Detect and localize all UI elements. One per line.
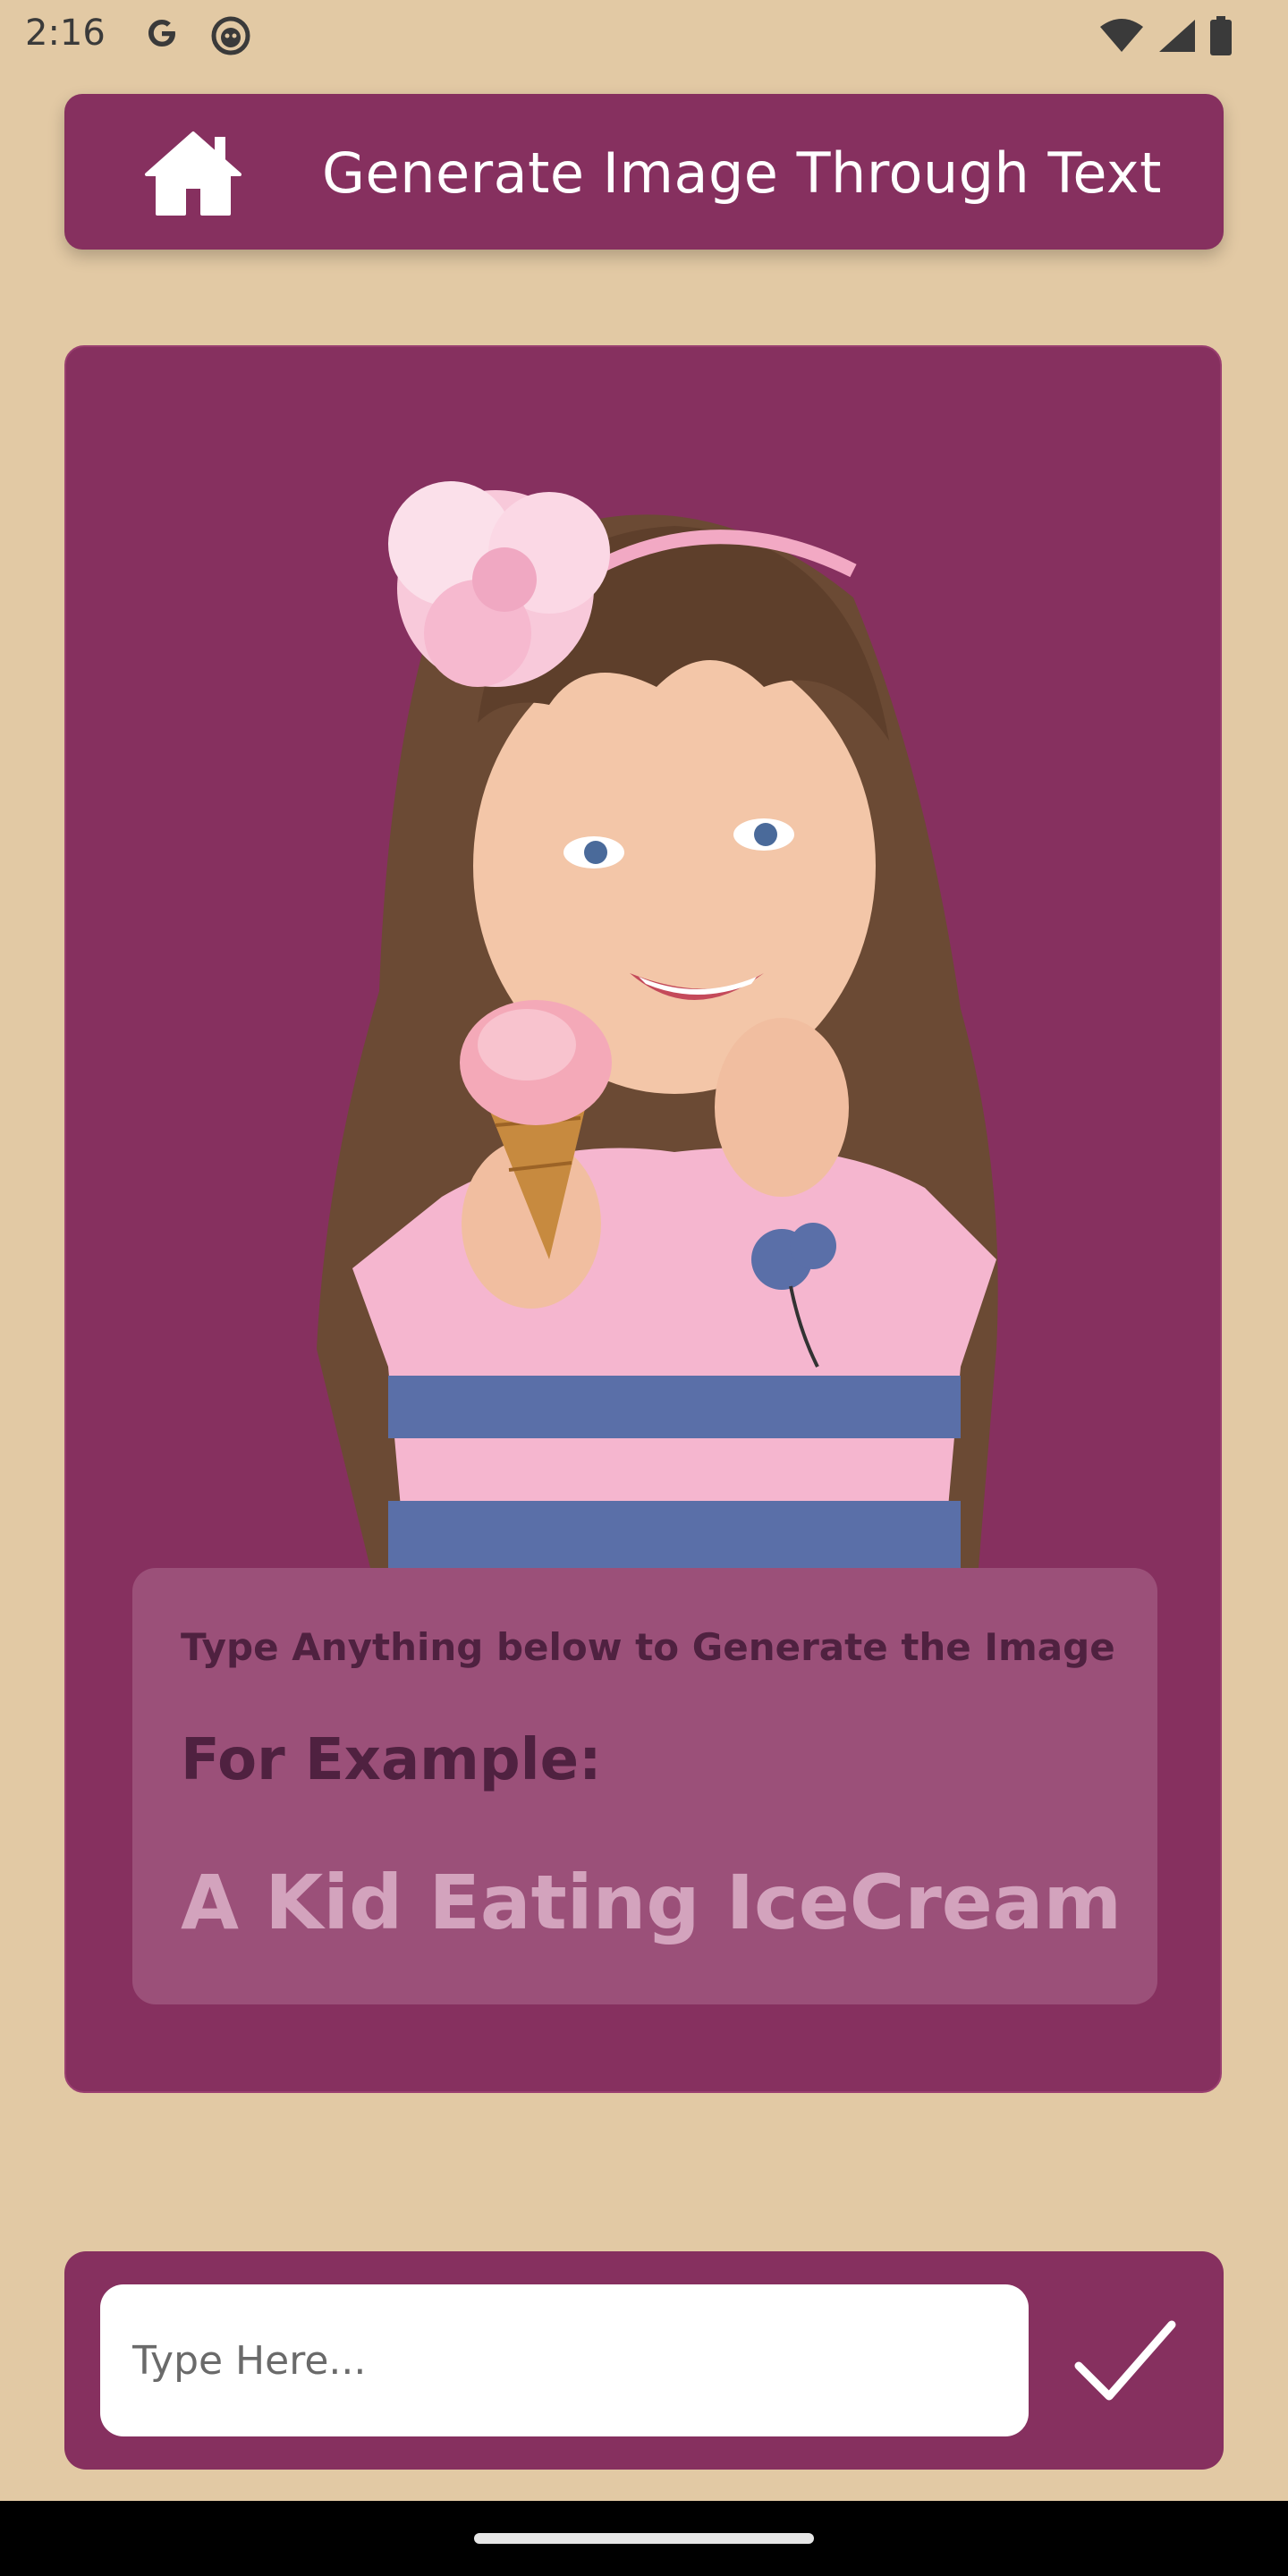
status-icons	[1098, 16, 1233, 55]
prompt-input[interactable]	[100, 2284, 1029, 2436]
status-time: 2:16	[25, 13, 106, 54]
battery-icon	[1210, 16, 1232, 55]
signal-icon	[1159, 20, 1195, 52]
face-icon	[211, 16, 250, 55]
prompt-bar	[64, 2251, 1224, 2470]
example-panel: Type Anything below to Generate the Imag…	[132, 1568, 1157, 2004]
image-card: Type Anything below to Generate the Imag…	[64, 345, 1222, 2093]
app-header: Generate Image Through Text	[64, 94, 1224, 250]
generated-image	[317, 481, 998, 1568]
instruction-text: Type Anything below to Generate the Imag…	[181, 1625, 1115, 1669]
google-icon	[148, 20, 175, 47]
system-nav-bar	[0, 2501, 1288, 2576]
home-icon[interactable]	[143, 128, 243, 217]
status-bar: 2:16	[0, 0, 1288, 75]
example-text: A Kid Eating IceCream	[181, 1859, 1122, 1946]
checkmark-icon[interactable]	[1070, 2309, 1179, 2412]
page-title: Generate Image Through Text	[322, 140, 1162, 206]
wifi-icon	[1100, 19, 1143, 52]
example-label: For Example:	[181, 1727, 602, 1793]
home-gesture-handle[interactable]	[474, 2533, 814, 2544]
